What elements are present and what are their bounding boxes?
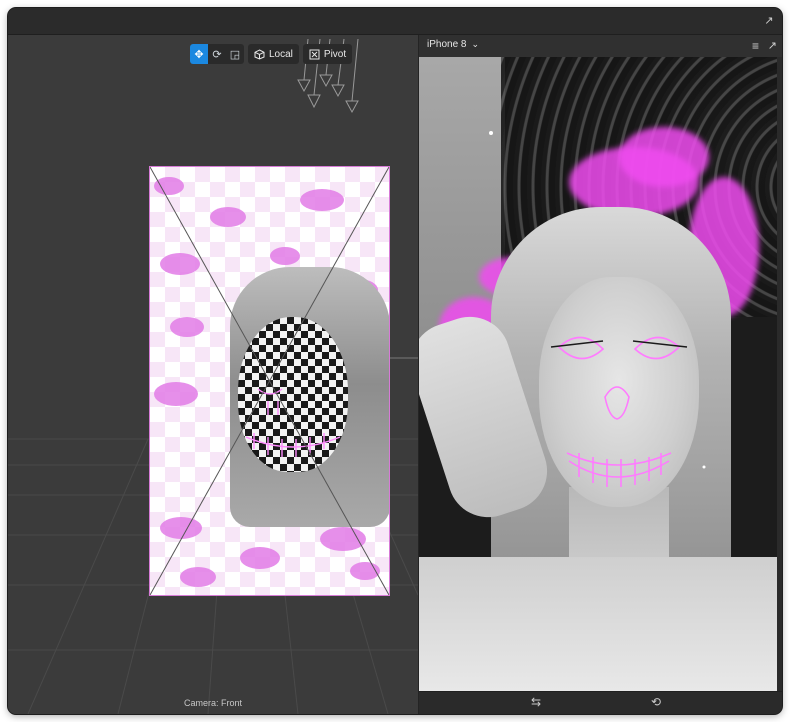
switch-camera-icon[interactable]: ⇆	[531, 695, 541, 709]
local-label: Local	[269, 48, 293, 60]
preview-footer: ⇆ ⟲	[419, 691, 782, 714]
pivot-label: Pivot	[323, 48, 347, 60]
device-selector[interactable]: iPhone 8 ⌄	[427, 39, 479, 50]
scene-viewport[interactable]: ✥ ⟳ ◲ Local Pivot Camera: Front	[8, 35, 418, 714]
menu-icon[interactable]: ≡	[752, 39, 759, 53]
preview-header: iPhone 8 ⌄ ≡ ↗	[419, 35, 782, 58]
local-space-button[interactable]: Local	[248, 44, 299, 64]
lens-preview[interactable]	[419, 57, 777, 691]
transform-toolbar: ✥ ⟳ ◲ Local Pivot	[190, 44, 353, 64]
rotate-device-icon[interactable]: ⟲	[651, 695, 661, 709]
camera-label: Camera: Front	[183, 698, 243, 708]
preview-panel: iPhone 8 ⌄ ≡ ↗ ⇆ ⟲	[418, 35, 782, 714]
face-mesh-overlay	[150, 167, 389, 595]
camera-texture-plane[interactable]	[149, 166, 390, 596]
chevron-down-icon: ⌄	[471, 39, 480, 49]
rotate-tool-icon[interactable]: ⟳	[208, 44, 226, 64]
popout-icon[interactable]: ↗	[762, 14, 776, 28]
pivot-button[interactable]: Pivot	[302, 44, 353, 64]
pivot-icon	[309, 49, 320, 59]
lens-editor-window: ↗ ✥ ⟳ ◲ Local Pivot Camera: Front iPhone…	[8, 8, 782, 714]
title-bar: ↗	[8, 8, 782, 35]
popout-icon[interactable]: ↗	[768, 39, 777, 53]
skeleton-makeup-overlay	[489, 131, 706, 487]
scale-tool-icon[interactable]: ◲	[226, 44, 244, 64]
move-tool-icon[interactable]: ✥	[190, 44, 208, 64]
preview-scrollbar[interactable]	[777, 57, 782, 691]
cube-icon	[254, 48, 265, 60]
transform-tool-group: ✥ ⟳ ◲	[190, 44, 244, 64]
device-label: iPhone 8	[427, 39, 467, 50]
